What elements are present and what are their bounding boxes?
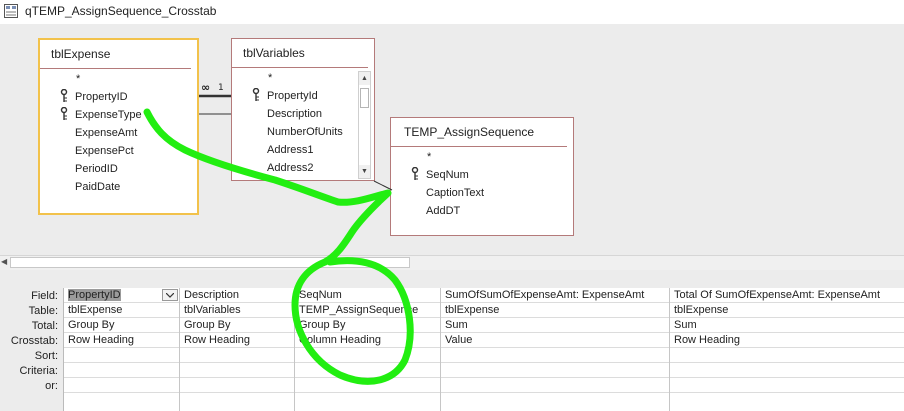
table-pane-scrollbar[interactable]: ◀ [0,255,904,271]
title-bar: qTEMP_AssignSequence_Crosstab [0,0,904,24]
grid-column: Description tblVariables Group By Row He… [180,288,295,411]
grid-cell-criteria[interactable] [64,363,179,378]
key-icon [252,88,260,101]
key-icon [60,89,68,102]
grid-cell-or[interactable] [670,378,904,393]
field-item[interactable]: PeriodID [40,160,197,178]
grid-cell-table[interactable]: tblExpense [441,303,669,318]
field-item[interactable]: SeqNum [391,166,573,184]
grid-cell-or[interactable] [441,378,669,393]
design-grid-pane: Field: Table: Total: Crosstab: Sort: Cri… [0,270,904,411]
grid-column: SeqNum TEMP_AssignSequence Group By Colu… [295,288,441,411]
grid-cell-crosstab[interactable]: Row Heading [180,333,294,348]
grid-cell-total[interactable]: Group By [180,318,294,333]
field-item[interactable]: * [391,148,573,166]
design-grid: PropertyID tblExpense Group By Row Headi… [63,288,904,411]
grid-cell-table[interactable]: tblExpense [64,303,179,318]
chevron-down-icon [166,293,174,298]
key-icon [411,167,419,180]
grid-cell-sort[interactable] [670,348,904,363]
grid-cell-crosstab[interactable]: Row Heading [64,333,179,348]
grid-cell-sort[interactable] [64,348,179,363]
grid-cell-sort[interactable] [295,348,440,363]
grid-cell-sort[interactable] [441,348,669,363]
grid-cell-field[interactable]: Total Of SumOfExpenseAmt: ExpenseAmt [670,288,904,303]
field-item[interactable]: ExpenseType [40,106,197,124]
row-label-criteria: Criteria: [19,365,58,377]
grid-cell-crosstab[interactable]: Column Heading [295,333,440,348]
scroll-thumb[interactable] [360,88,369,108]
grid-cell-criteria[interactable] [441,363,669,378]
field-item[interactable]: PropertyID [40,88,197,106]
scroll-down-icon[interactable]: ▼ [359,165,370,178]
table-temp-assignsequence[interactable]: TEMP_AssignSequence * SeqNum CaptionText… [390,117,574,236]
row-label-crosstab: Crosstab: [10,335,58,347]
grid-cell-total[interactable]: Sum [441,318,669,333]
row-label-or: or: [45,380,58,392]
window-title: qTEMP_AssignSequence_Crosstab [25,4,217,18]
grid-cell-total[interactable]: Group By [295,318,440,333]
field-item[interactable]: * [40,70,197,88]
table-scrollbar[interactable]: ▲ ▼ [358,71,371,179]
grid-cell-table[interactable]: tblExpense [670,303,904,318]
field-item[interactable]: PaidDate [40,178,197,196]
grid-cell-criteria[interactable] [295,363,440,378]
field-item[interactable]: * [232,69,374,87]
field-item[interactable]: PropertyId [232,87,374,105]
scroll-up-icon[interactable]: ▲ [359,72,370,85]
grid-cell-total[interactable]: Sum [670,318,904,333]
grid-column: Total Of SumOfExpenseAmt: ExpenseAmt tbl… [670,288,904,411]
row-label-total: Total: [31,320,58,332]
scroll-thumb[interactable] [10,257,410,268]
grid-cell-table[interactable]: TEMP_AssignSequence [295,303,440,318]
scroll-left-icon[interactable]: ◀ [1,257,7,266]
table-title[interactable]: tblExpense [40,40,191,69]
grid-cell-field[interactable]: SeqNum [295,288,440,303]
table-pane[interactable]: tblExpense * PropertyID ExpenseType Expe… [0,24,904,255]
table-tblvariables[interactable]: tblVariables * PropertyId Description Nu… [231,38,375,181]
field-item[interactable]: AddDT [391,202,573,220]
grid-column: PropertyID tblExpense Group By Row Headi… [64,288,180,411]
grid-cell-or[interactable] [64,378,179,393]
dropdown-button[interactable] [162,289,178,301]
grid-cell-crosstab[interactable]: Value [441,333,669,348]
row-label-table: Table: [28,305,58,317]
table-title[interactable]: tblVariables [232,39,368,68]
grid-cell-field[interactable]: PropertyID [64,288,179,303]
grid-cell-field[interactable]: SumOfSumOfExpenseAmt: ExpenseAmt [441,288,669,303]
grid-cell-criteria[interactable] [670,363,904,378]
join-one-symbol: 1 [218,83,224,93]
field-item[interactable]: ExpensePct [40,142,197,160]
grid-cell-sort[interactable] [180,348,294,363]
key-icon [60,107,68,120]
join-many-symbol: ∞ [201,81,210,94]
grid-cell-total[interactable]: Group By [64,318,179,333]
field-item[interactable]: ExpenseAmt [40,124,197,142]
table-tblexpense[interactable]: tblExpense * PropertyID ExpenseType Expe… [38,38,199,215]
query-icon [4,4,18,18]
row-label-field: Field: [31,290,58,302]
field-item[interactable]: Description [232,105,374,123]
grid-cell-or[interactable] [180,378,294,393]
field-item[interactable]: NumberOfUnits [232,123,374,141]
field-item[interactable]: Address2 [232,159,374,177]
table-title[interactable]: TEMP_AssignSequence [391,118,567,147]
field-item[interactable]: Address1 [232,141,374,159]
row-label-sort: Sort: [34,350,58,362]
grid-cell-table[interactable]: tblVariables [180,303,294,318]
grid-column: SumOfSumOfExpenseAmt: ExpenseAmt tblExpe… [441,288,670,411]
grid-cell-field[interactable]: Description [180,288,294,303]
grid-cell-criteria[interactable] [180,363,294,378]
field-item[interactable]: CaptionText [391,184,573,202]
grid-cell-crosstab[interactable]: Row Heading [670,333,904,348]
grid-cell-or[interactable] [295,378,440,393]
